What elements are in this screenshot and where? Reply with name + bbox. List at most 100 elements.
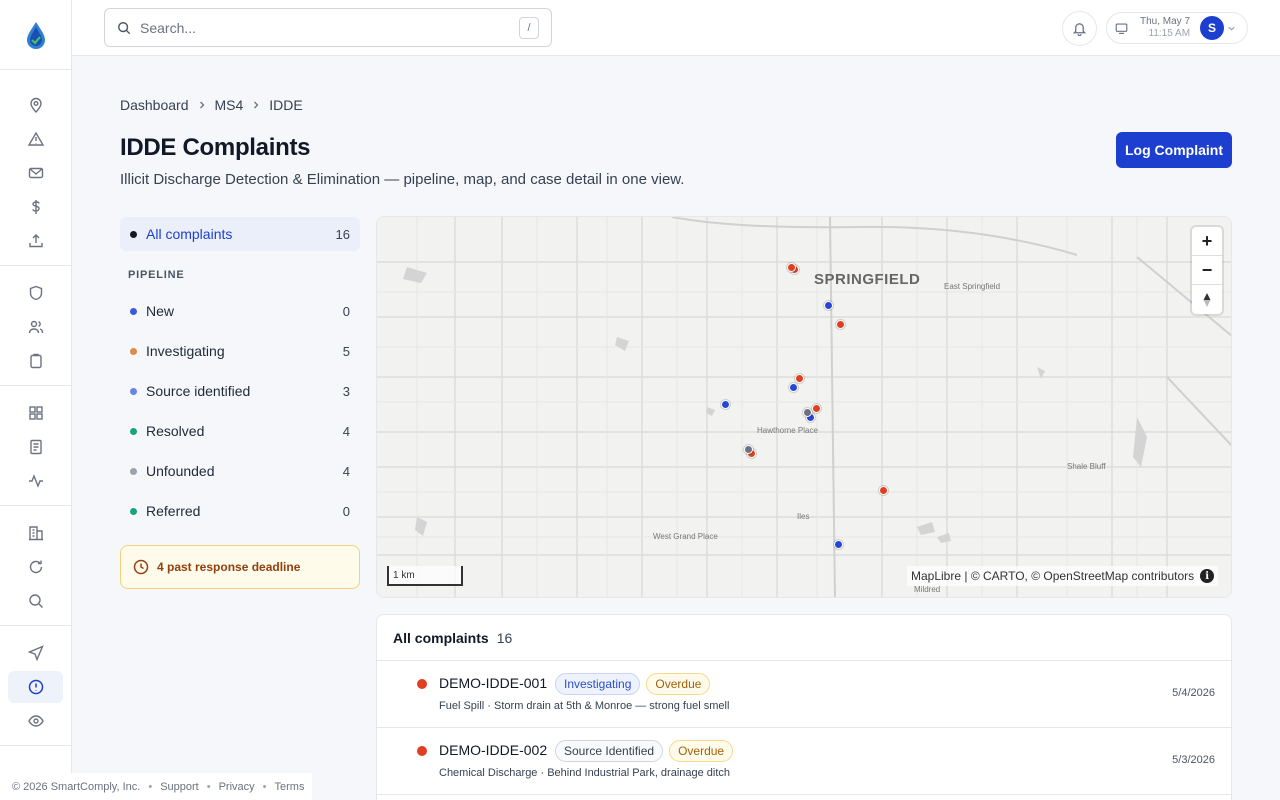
filter-label: Resolved bbox=[146, 423, 205, 439]
filter-count: 16 bbox=[335, 226, 350, 242]
compass-icon bbox=[1203, 292, 1211, 307]
page-title: IDDE Complaints bbox=[120, 134, 311, 161]
footer: © 2026 SmartComply, Inc. • Support • Pri… bbox=[0, 773, 312, 800]
map-place-label: East Springfield bbox=[944, 282, 1001, 291]
map-pin[interactable] bbox=[744, 445, 753, 454]
footer-separator: • bbox=[148, 780, 153, 793]
attribution-text[interactable]: MapLibre | © CARTO, © OpenStreetMap cont… bbox=[911, 569, 1194, 583]
clock-icon bbox=[133, 559, 149, 575]
monitor-icon bbox=[1115, 22, 1128, 34]
map-place-label: West Grand Place bbox=[653, 532, 718, 541]
filter-label: All complaints bbox=[146, 226, 233, 242]
filter-source-identified[interactable]: Source identified 3 bbox=[120, 374, 360, 408]
avatar: S bbox=[1200, 16, 1225, 40]
nav-upload-icon[interactable] bbox=[8, 225, 63, 257]
breadcrumb-dashboard[interactable]: Dashboard bbox=[120, 97, 189, 113]
copyright: © 2026 SmartComply, Inc. bbox=[12, 780, 141, 793]
map-pin[interactable] bbox=[787, 263, 796, 272]
complaint-description: Chemical Discharge · Behind Industrial P… bbox=[439, 767, 731, 779]
footer-link-terms[interactable]: Terms bbox=[275, 781, 305, 793]
filter-count: 4 bbox=[342, 423, 350, 439]
badge-group: Investigating Overdue bbox=[555, 673, 711, 695]
list-header: All complaints 16 bbox=[377, 615, 1231, 661]
list-item[interactable]: DEMO-IDDE-002 Source Identified Overdue … bbox=[377, 728, 1231, 795]
user-menu-button[interactable]: Thu, May 7 11:15 AM S bbox=[1106, 12, 1248, 44]
nav-send-icon[interactable] bbox=[8, 637, 63, 669]
footer-link-privacy[interactable]: Privacy bbox=[219, 781, 255, 793]
map-pin[interactable] bbox=[721, 400, 730, 409]
map-scale-bar: 1 km bbox=[387, 566, 463, 586]
complaint-date: 5/4/2026 bbox=[1172, 687, 1215, 699]
app-logo[interactable] bbox=[0, 0, 72, 70]
status-dot bbox=[130, 387, 137, 395]
nav-document-icon[interactable] bbox=[8, 431, 63, 463]
status-badge: Source Identified bbox=[555, 740, 664, 762]
current-date: Thu, May 7 bbox=[1140, 16, 1191, 27]
water-drop-logo-icon bbox=[27, 21, 45, 49]
date-time: Thu, May 7 11:15 AM bbox=[1140, 16, 1190, 40]
nav-alert-icon[interactable] bbox=[8, 123, 63, 155]
list-title: All complaints bbox=[393, 629, 489, 646]
search-icon bbox=[118, 21, 131, 34]
deadline-notice[interactable]: 4 past response deadline bbox=[120, 545, 360, 589]
nav-building-icon[interactable] bbox=[8, 517, 63, 549]
pipeline-heading: PIPELINE bbox=[128, 269, 185, 281]
status-dot bbox=[130, 467, 137, 475]
complaints-map[interactable]: SPRINGFIELD East Springfield Hawthorne P… bbox=[376, 216, 1232, 598]
zoom-out-button[interactable]: − bbox=[1192, 256, 1222, 285]
filter-investigating[interactable]: Investigating 5 bbox=[120, 334, 360, 368]
filter-new[interactable]: New 0 bbox=[120, 294, 360, 328]
nav-activity-icon[interactable] bbox=[8, 465, 63, 497]
list-item[interactable]: DEMO-IDDE-001 Investigating Overdue Fuel… bbox=[377, 661, 1231, 728]
nav-map-pin-icon[interactable] bbox=[8, 89, 63, 121]
filter-count: 5 bbox=[342, 343, 350, 359]
log-complaint-button[interactable]: Log Complaint bbox=[1116, 132, 1232, 168]
footer-link-support[interactable]: Support bbox=[160, 781, 199, 793]
notifications-button[interactable] bbox=[1062, 11, 1097, 46]
search-input[interactable]: Search... / bbox=[104, 8, 552, 47]
nav-users-icon[interactable] bbox=[8, 311, 63, 343]
nav-grid-icon[interactable] bbox=[8, 397, 63, 429]
nav-shield-icon[interactable] bbox=[8, 277, 63, 309]
priority-dot bbox=[417, 679, 427, 689]
nav-divider bbox=[0, 385, 72, 386]
map-pin[interactable] bbox=[789, 383, 798, 392]
filter-unfounded[interactable]: Unfounded 4 bbox=[120, 454, 360, 488]
map-pin[interactable] bbox=[836, 320, 845, 329]
search-placeholder: Search... bbox=[140, 19, 197, 36]
page-subtitle: Illicit Discharge Detection & Eliminatio… bbox=[120, 171, 685, 188]
bell-icon bbox=[1072, 23, 1087, 36]
compass-button[interactable] bbox=[1192, 285, 1222, 314]
nav-mail-icon[interactable] bbox=[8, 157, 63, 189]
nav-alert-circle-icon[interactable] bbox=[8, 671, 63, 703]
map-pin[interactable] bbox=[879, 486, 888, 495]
nav-divider bbox=[0, 505, 72, 506]
status-dot bbox=[130, 307, 137, 315]
info-icon[interactable]: i bbox=[1200, 569, 1215, 583]
map-attribution: MapLibre | © CARTO, © OpenStreetMap cont… bbox=[907, 566, 1219, 586]
filter-all-complaints[interactable]: All complaints 16 bbox=[120, 217, 360, 251]
status-dot bbox=[130, 427, 137, 435]
map-pin[interactable] bbox=[834, 540, 843, 549]
zoom-in-button[interactable]: + bbox=[1192, 227, 1222, 256]
search-shortcut-key: / bbox=[519, 16, 539, 39]
filter-referred[interactable]: Referred 0 bbox=[120, 494, 360, 528]
complaint-description: Fuel Spill · Storm drain at 5th & Monroe… bbox=[439, 700, 730, 712]
status-dot bbox=[130, 230, 137, 238]
nav-clipboard-icon[interactable] bbox=[8, 345, 63, 377]
current-time: 11:15 AM bbox=[1148, 28, 1191, 39]
map-pin[interactable] bbox=[824, 301, 833, 310]
map-pin[interactable] bbox=[795, 374, 804, 383]
filter-label: Unfounded bbox=[146, 463, 215, 479]
map-pin[interactable] bbox=[812, 404, 821, 413]
nav-dollar-icon[interactable] bbox=[8, 191, 63, 223]
nav-search-icon[interactable] bbox=[8, 585, 63, 617]
map-pin[interactable] bbox=[803, 408, 812, 417]
status-badge: Investigating bbox=[555, 673, 641, 695]
map-city-label: SPRINGFIELD bbox=[814, 271, 921, 288]
filter-count: 4 bbox=[342, 463, 350, 479]
breadcrumb-ms4[interactable]: MS4 bbox=[215, 97, 244, 113]
nav-refresh-icon[interactable] bbox=[8, 551, 63, 583]
nav-eye-icon[interactable] bbox=[8, 705, 63, 737]
filter-resolved[interactable]: Resolved 4 bbox=[120, 414, 360, 448]
